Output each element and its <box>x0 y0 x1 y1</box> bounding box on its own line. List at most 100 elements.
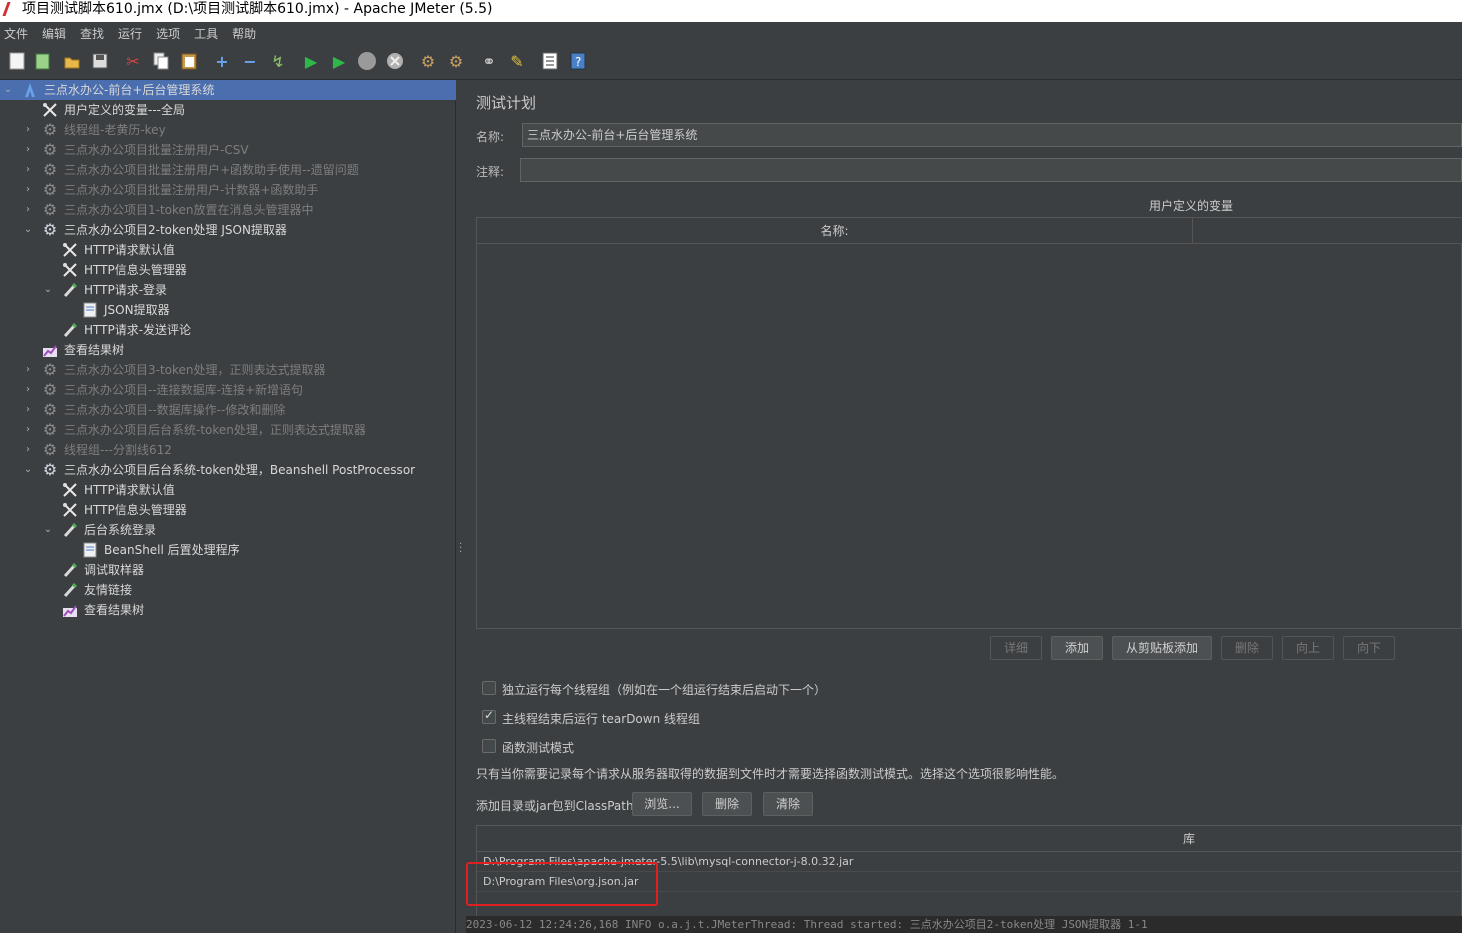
stop-icon[interactable] <box>357 51 377 71</box>
start-icon[interactable]: ▶ <box>301 51 321 71</box>
teardown-on-shutdown-label: 主线程结束后运行 tearDown 线程组 <box>502 712 701 726</box>
tree-node[interactable]: HTTP请求默认值 <box>62 240 440 260</box>
menu-search[interactable]: 查找 <box>80 25 104 42</box>
chevron-right-icon[interactable]: › <box>22 360 34 380</box>
down-button[interactable]: 向下 <box>1343 636 1395 660</box>
chevron-right-icon[interactable]: › <box>22 180 34 200</box>
start-no-pause-icon[interactable]: ▶ <box>329 51 349 71</box>
collapse-icon[interactable]: − <box>240 51 260 71</box>
tree-node[interactable]: › ⚙ 三点水办公项目3-token处理，正则表达式提取器 <box>26 360 440 380</box>
menu-run[interactable]: 运行 <box>118 25 142 42</box>
menu-bar: 文件 编辑 查找 运行 选项 工具 帮助 <box>0 22 1462 44</box>
chevron-down-icon[interactable]: ⌄ <box>42 280 54 300</box>
tree-node[interactable]: ⌄ ⚙ 三点水办公项目2-token处理 JSON提取器 <box>24 220 440 240</box>
function-helper-icon[interactable] <box>540 51 560 71</box>
tree-node[interactable]: 查看结果树 <box>42 340 440 360</box>
tree-node[interactable]: › ⚙ 三点水办公项目1-token放置在消息头管理器中 <box>26 200 440 220</box>
tree-node[interactable]: › ⚙ 三点水办公项目批量注册用户-CSV <box>26 140 440 160</box>
search-icon[interactable]: ⚭ <box>479 51 499 71</box>
teardown-on-shutdown-checkbox[interactable] <box>482 708 496 724</box>
udv-table: 名称: <box>476 217 1462 629</box>
tree-node[interactable]: HTTP请求-发送评论 <box>62 320 440 340</box>
delete-button[interactable]: 删除 <box>1221 636 1273 660</box>
tree-node-label: HTTP请求-发送评论 <box>84 323 192 337</box>
tree-node[interactable]: JSON提取器 <box>82 300 440 320</box>
name-input[interactable]: 三点水办公-前台+后台管理系统 <box>522 123 1462 147</box>
tree-node[interactable]: ⌄ HTTP请求-登录 <box>44 280 440 300</box>
chevron-right-icon[interactable]: › <box>22 200 34 220</box>
clear-all-icon[interactable]: ⚙ <box>446 51 466 71</box>
tree-node[interactable]: › ⚙ 线程组---分割线612 <box>26 440 440 460</box>
tree-node[interactable]: ⌄ 三点水办公-前台+后台管理系统 <box>0 80 456 100</box>
browse-button[interactable]: 浏览... <box>632 792 692 816</box>
tree-node-label: 查看结果树 <box>64 343 125 357</box>
chevron-right-icon[interactable]: › <box>22 120 34 140</box>
add-from-clipboard-button[interactable]: 从剪贴板添加 <box>1112 636 1212 660</box>
tree-node[interactable]: ⌄ 后台系统登录 <box>44 520 440 540</box>
tree-node[interactable]: 查看结果树 <box>62 600 440 620</box>
save-icon[interactable] <box>90 51 110 71</box>
copy-icon[interactable] <box>151 51 171 71</box>
tree-node[interactable]: › ⚙ 三点水办公项目批量注册用户+函数助手使用--遗留问题 <box>26 160 440 180</box>
split-pane-divider[interactable]: · · · <box>456 80 466 933</box>
reset-search-icon[interactable]: ✎ <box>507 51 527 71</box>
menu-edit[interactable]: 编辑 <box>42 25 66 42</box>
tree-node[interactable]: 友情链接 <box>62 580 440 600</box>
classpath-delete-button[interactable]: 删除 <box>702 792 752 816</box>
chevron-right-icon[interactable]: › <box>22 160 34 180</box>
tree-node[interactable]: HTTP信息头管理器 <box>62 500 440 520</box>
tree-node[interactable]: BeanShell 后置处理程序 <box>82 540 440 560</box>
udv-column-name[interactable]: 名称: <box>477 218 1193 244</box>
tree-node[interactable]: › ⚙ 线程组-老黄历-key <box>26 120 440 140</box>
add-button[interactable]: 添加 <box>1051 636 1103 660</box>
cut-icon[interactable]: ✂ <box>123 51 143 71</box>
thread-group-icon: ⚙ <box>42 360 58 379</box>
open-icon[interactable] <box>62 51 82 71</box>
tree-node[interactable]: › ⚙ 三点水办公项目--连接数据库-连接+新增语句 <box>26 380 440 400</box>
chevron-right-icon[interactable]: › <box>22 140 34 160</box>
menu-help[interactable]: 帮助 <box>232 25 256 42</box>
chevron-down-icon[interactable]: ⌄ <box>22 460 34 480</box>
menu-options[interactable]: 选项 <box>156 25 180 42</box>
chevron-down-icon[interactable]: ⌄ <box>2 80 14 100</box>
chevron-right-icon[interactable]: › <box>22 380 34 400</box>
detail-button[interactable]: 详细 <box>990 636 1042 660</box>
functional-mode-checkbox[interactable] <box>482 739 496 753</box>
toolbar: ✂ + − ↯ ▶ ▶ ⚙ ⚙ ⚭ ✎ ? <box>0 44 1462 80</box>
tree-node[interactable]: › ⚙ 三点水办公项目后台系统-token处理，正则表达式提取器 <box>26 420 440 440</box>
chevron-right-icon[interactable]: › <box>22 420 34 440</box>
log-viewer[interactable]: 2023-06-12 12:24:26,168 INFO o.a.j.t.JMe… <box>466 916 1462 933</box>
tree-node[interactable]: ⌄ ⚙ 三点水办公项目后台系统-token处理，Beanshell PostProc… <box>24 460 440 480</box>
library-column[interactable]: 库 <box>1183 826 1195 852</box>
tree-node[interactable]: › ⚙ 三点水办公项目批量注册用户-计数器+函数助手 <box>26 180 440 200</box>
tree-node[interactable]: 调试取样器 <box>62 560 440 580</box>
tree-node-label: 三点水办公-前台+后台管理系统 <box>44 83 215 97</box>
toggle-icon[interactable]: ↯ <box>268 51 288 71</box>
chevron-right-icon[interactable]: › <box>22 440 34 460</box>
chevron-down-icon[interactable]: ⌄ <box>42 520 54 540</box>
shutdown-icon[interactable] <box>385 51 405 71</box>
tree-node[interactable]: 用户定义的变量---全局 <box>42 100 440 120</box>
thread-group-icon: ⚙ <box>42 460 58 479</box>
comment-input[interactable] <box>520 158 1462 182</box>
thread-group-icon: ⚙ <box>42 400 58 419</box>
chevron-right-icon[interactable]: › <box>22 400 34 420</box>
help-icon[interactable]: ? <box>568 51 588 71</box>
up-button[interactable]: 向上 <box>1282 636 1334 660</box>
clear-icon[interactable]: ⚙ <box>418 51 438 71</box>
thread-group-icon: ⚙ <box>42 180 58 199</box>
thread-group-icon: ⚙ <box>42 140 58 159</box>
chevron-down-icon[interactable]: ⌄ <box>22 220 34 240</box>
tree-node[interactable]: HTTP请求默认值 <box>62 480 440 500</box>
menu-file[interactable]: 文件 <box>4 25 28 42</box>
serialize-threadgroups-checkbox[interactable] <box>482 681 496 695</box>
expand-icon[interactable]: + <box>212 51 232 71</box>
classpath-clear-button[interactable]: 清除 <box>763 792 813 816</box>
tree-node[interactable]: HTTP信息头管理器 <box>62 260 440 280</box>
new-icon[interactable] <box>7 51 27 71</box>
templates-icon[interactable] <box>33 51 53 71</box>
menu-tools[interactable]: 工具 <box>194 25 218 42</box>
paste-icon[interactable] <box>179 51 199 71</box>
serialize-threadgroups-label: 独立运行每个线程组（例如在一个组运行结束后启动下一个） <box>502 683 827 697</box>
tree-node[interactable]: › ⚙ 三点水办公项目--数据库操作--修改和删除 <box>26 400 440 420</box>
